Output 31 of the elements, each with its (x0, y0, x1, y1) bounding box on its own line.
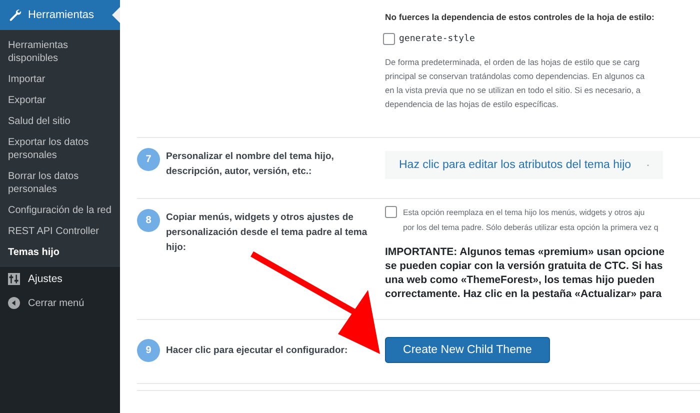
step-number: 7 (137, 148, 160, 171)
section-heading: No fuerces la dependencia de estos controles de la hoja de estilo: (385, 12, 656, 22)
step-label: Copiar menús, widgets y otros ajustes de personalización desde el tema padre al tema hijo: (166, 211, 368, 255)
sidebar-item[interactable]: REST API Controller (0, 221, 120, 242)
description-text: De forma predeterminada, el orden de las hojas de estilo que se carg principal se conservan tratándolas como dependencias. En algunos ca en la vista previa que no se utilizan en todo el sitio. Si es necesario, a dependencia de las hojas de estilo específicas. (385, 56, 646, 111)
sidebar-item[interactable]: Herramientas disponibles (0, 35, 120, 69)
step-label: Hacer clic para ejecutar el configurador: (166, 344, 349, 358)
sidebar-item[interactable]: Exportar (0, 90, 120, 111)
sidebar-item[interactable]: Temas hijo (0, 242, 120, 263)
menu-header[interactable]: Herramientas (0, 0, 120, 30)
checkbox[interactable] (383, 33, 395, 45)
option-label: generate-style (399, 34, 475, 44)
create-child-theme-button[interactable]: Create New Child Theme (385, 337, 550, 363)
sidebar-item[interactable]: Salud del sitio (0, 111, 120, 132)
settings-icon (8, 273, 20, 285)
collapse-icon (8, 297, 20, 309)
settings-menu-item[interactable]: Ajustes (0, 267, 120, 291)
important-note: IMPORTANTE: Algunos temas «premium» usan opcione se pueden copiar con la versión gratuita de CTC. Si has una web como «ThemeForest», los temas hijo pueden correctamente. Haz clic en la pestaña «Actualizar» para (385, 245, 666, 301)
collapse-menu-item[interactable]: Cerrar menú (0, 291, 120, 315)
wrench-icon (8, 8, 22, 22)
sidebar-item[interactable]: Borrar los datos personales (0, 166, 120, 200)
pointer-icon (112, 7, 120, 23)
sidebar-item[interactable]: Exportar los datos personales (0, 132, 120, 166)
menu-header-label: Herramientas (28, 9, 94, 21)
checkbox[interactable] (385, 206, 397, 218)
step-number: 9 (137, 338, 160, 362)
sidebar-item[interactable]: Importar (0, 69, 120, 90)
step-label: Personalizar el nombre del tema hijo, descripción, autor, versión, etc.: (166, 150, 335, 179)
step-number: 8 (137, 209, 160, 232)
sidebar-item[interactable]: Configuración de la red (0, 200, 120, 221)
attributes-dropdown[interactable]: Haz clic para editar los atributos del tema hijo (385, 151, 663, 179)
